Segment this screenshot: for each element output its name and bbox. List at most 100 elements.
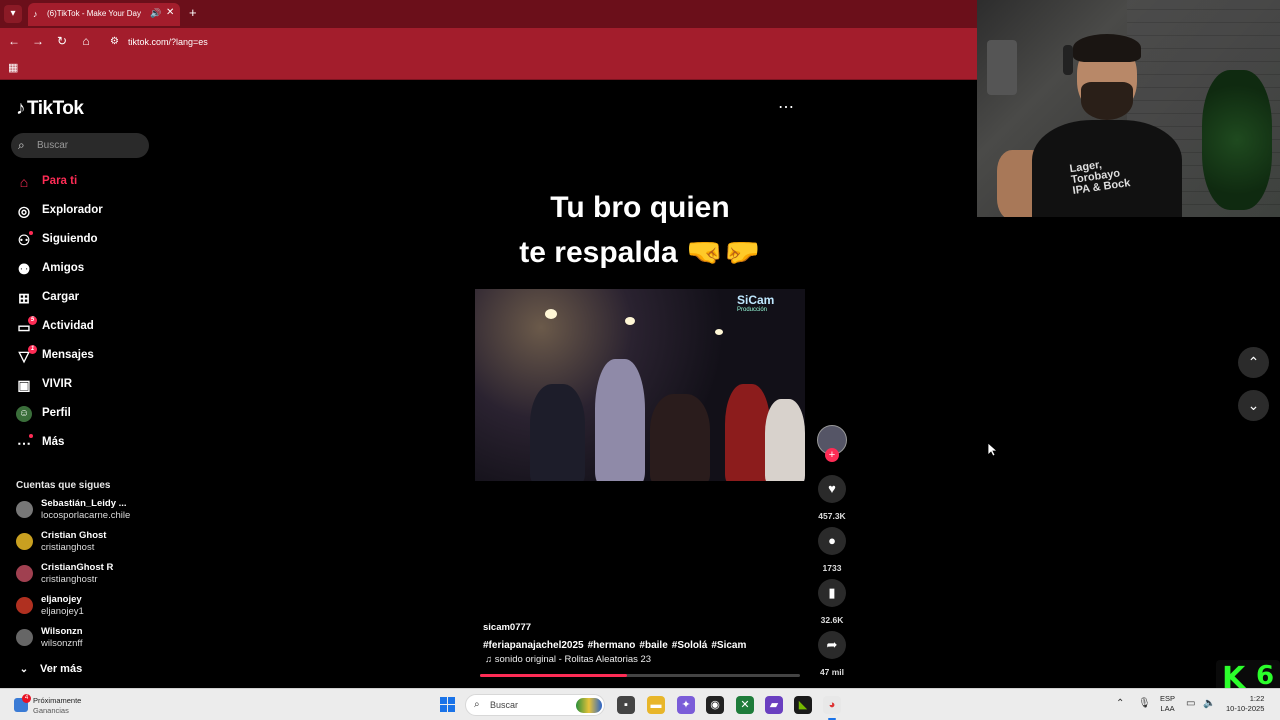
tiktok-logo[interactable]: ♪ TikTok xyxy=(16,98,84,120)
nvidia-icon[interactable]: ◣ xyxy=(794,696,812,714)
hashtag-link[interactable]: #hermano xyxy=(588,640,636,651)
headset-icon xyxy=(1063,45,1073,75)
xbox-icon[interactable]: ✕ xyxy=(736,696,754,714)
back-icon[interactable]: ← xyxy=(6,34,22,48)
taskbar-search-placeholder: Buscar xyxy=(490,700,519,710)
comment-count: 1733 xyxy=(822,563,842,573)
compass-icon: ◎ xyxy=(17,203,31,219)
sidebar-item-label: Cargar xyxy=(42,291,80,303)
hashtag-link[interactable]: #feriapanajachel2025 xyxy=(483,640,584,651)
volume-icon[interactable]: 🔈 xyxy=(1203,698,1215,709)
apps-grid-icon[interactable]: ▦ xyxy=(8,61,18,74)
next-video-chevron-down-icon[interactable]: ⌄ xyxy=(1238,390,1269,421)
tab-bar: ▾ ♪ (6)TikTok - Make Your Day 🔊 ✕ + xyxy=(0,0,977,28)
address-bar[interactable]: tiktok.com/?lang=es xyxy=(128,37,208,47)
sidebar-item-mas[interactable]: ⋯ Más xyxy=(16,433,156,455)
account-name: Cristian Ghost xyxy=(41,530,107,541)
taskbar-search-input[interactable]: ⌕ Buscar xyxy=(465,694,605,716)
followed-account[interactable]: CristianGhost R cristianghostr xyxy=(16,562,156,588)
home-button-icon[interactable]: ⌂ xyxy=(78,34,94,48)
sidebar-item-perfil[interactable]: ☺ Perfil xyxy=(16,404,156,426)
sidebar-item-label: Para ti xyxy=(42,175,78,187)
sidebar-item-actividad[interactable]: ▭ 5 Actividad xyxy=(16,316,156,339)
task-view-icon[interactable]: ▪ xyxy=(617,696,635,714)
site-info-icon[interactable]: ⚙ xyxy=(110,36,119,47)
search-icon: ⌕ xyxy=(474,699,480,710)
share-icon[interactable]: ➦ xyxy=(818,631,846,659)
previous-video-chevron-up-icon[interactable]: ⌃ xyxy=(1238,347,1269,378)
reload-icon[interactable]: ↻ xyxy=(54,34,70,48)
search-icon: ⌕ xyxy=(18,138,25,152)
sidebar-item-cargar[interactable]: ⊞ Cargar xyxy=(16,288,156,310)
language-indicator[interactable]: ESP LAA xyxy=(1160,694,1175,714)
close-tab-icon[interactable]: ✕ xyxy=(166,7,174,18)
microphone-icon[interactable]: 🎙 xyxy=(1138,698,1151,709)
sidebar-item-label: VIVIR xyxy=(42,378,73,390)
chrome-icon[interactable]: ◕ xyxy=(823,696,841,720)
search-placeholder: Buscar xyxy=(37,140,69,151)
sidebar-item-vivir[interactable]: ▣ VIVIR xyxy=(16,375,156,397)
browser-window: ▾ ♪ (6)TikTok - Make Your Day 🔊 ✕ + ← → … xyxy=(0,0,977,688)
followed-account[interactable]: Wilsonzn wilsonznff xyxy=(16,626,156,652)
sidebar-item-mensajes[interactable]: ▽ 1 Mensajes xyxy=(16,345,156,368)
video-hashtags: #feriapanajachel2025 #hermano #baile #Solol… xyxy=(483,640,750,651)
video-music[interactable]: ♫ sonido original - Rolitas Aleatorias 2… xyxy=(485,654,651,665)
tray-chevron-up-icon[interactable]: ⌃ xyxy=(1116,698,1124,709)
followed-account[interactable]: eljanojey eljanojey1 xyxy=(16,594,156,620)
clipchamp-icon[interactable]: ▰ xyxy=(765,696,783,714)
sidebar-item-label: Mensajes xyxy=(42,349,94,361)
caption-line: te respalda 🤜🤛 xyxy=(519,236,761,269)
like-heart-icon[interactable]: ♥ xyxy=(818,475,846,503)
followed-account[interactable]: Cristian Ghost cristianghost xyxy=(16,530,156,556)
bookmark-icon[interactable]: ▮ xyxy=(818,579,846,607)
obs-icon[interactable]: ◉ xyxy=(706,696,724,714)
video-progress-bar[interactable] xyxy=(480,674,800,677)
avatar xyxy=(16,629,33,646)
caption-line: Tu bro quien xyxy=(550,191,730,224)
more-options-icon[interactable]: ⋯ xyxy=(778,97,795,117)
windows-start-icon[interactable] xyxy=(440,697,456,713)
clock[interactable]: 1:22 10-10-2025 xyxy=(1226,694,1264,714)
search-input[interactable]: ⌕ Buscar xyxy=(11,133,149,158)
search-highlight-image xyxy=(576,698,602,713)
comment-icon[interactable]: ● xyxy=(818,527,846,555)
music-label: sonido original - Rolitas Aleatorias 23 xyxy=(494,654,652,665)
activity-badge: 5 xyxy=(28,316,37,325)
video-figure xyxy=(650,394,710,481)
audio-icon[interactable]: 🔊 xyxy=(150,8,161,19)
video-player[interactable]: SiCam Producción xyxy=(475,289,805,481)
see-more-button[interactable]: ⌄ Ver más xyxy=(16,663,82,675)
forward-icon[interactable]: → xyxy=(30,34,46,48)
activity-icon: ▭ 5 xyxy=(16,316,37,335)
hashtag-link[interactable]: #baile xyxy=(639,640,667,651)
widgets-news[interactable]: 4 Próximamente Ganancias xyxy=(14,694,114,716)
avatar xyxy=(16,597,33,614)
sidebar-item-siguiendo[interactable]: ⚇ Siguiendo xyxy=(16,230,156,252)
video-caption-overlay: Tu bro quien te respalda 🤜🤛 xyxy=(475,185,805,275)
tab-search-icon[interactable]: ▾ xyxy=(4,5,22,23)
tiktok-favicon-icon: ♪ xyxy=(33,9,38,19)
sidebar-item-amigos[interactable]: ⚉ Amigos xyxy=(16,259,156,281)
screen: ▾ ♪ (6)TikTok - Make Your Day 🔊 ✕ + ← → … xyxy=(0,0,1280,720)
sidebar-item-para-ti[interactable]: ⌂ Para ti xyxy=(16,172,156,194)
upload-icon: ⊞ xyxy=(18,290,30,306)
hashtag-link[interactable]: #Sololá xyxy=(672,640,708,651)
followed-account[interactable]: Sebastián_Leidy ... locosporlacarne.chil… xyxy=(16,498,156,524)
new-tab-icon[interactable]: + xyxy=(189,5,197,20)
home-icon: ⌂ xyxy=(19,174,29,190)
tab-tiktok[interactable]: ♪ (6)TikTok - Make Your Day 🔊 ✕ xyxy=(28,3,180,26)
hashtag-link[interactable]: #Sicam xyxy=(711,640,746,651)
copilot-icon[interactable]: ✦ xyxy=(677,696,695,714)
webcam-lamp xyxy=(987,40,1017,95)
file-explorer-icon[interactable]: ▬ xyxy=(647,696,665,714)
display-icon[interactable]: ▭ xyxy=(1186,698,1195,709)
tiktok-page: ♪ TikTok ⌕ Buscar ⌂ Para ti ◎ Explorador … xyxy=(0,80,977,688)
sidebar-item-explorador[interactable]: ◎ Explorador xyxy=(16,201,156,223)
webcam-overlay: Lager, Torobayo IPA & Bock xyxy=(977,0,1280,217)
video-author[interactable]: sicam0777 xyxy=(483,622,531,633)
tab-title: (6)TikTok - Make Your Day xyxy=(47,9,141,18)
follow-plus-icon[interactable]: + xyxy=(825,448,839,462)
video-light xyxy=(545,309,557,319)
bookmarks-bar: ▦ xyxy=(0,56,977,80)
tiktok-note-icon: ♪ xyxy=(16,98,26,119)
